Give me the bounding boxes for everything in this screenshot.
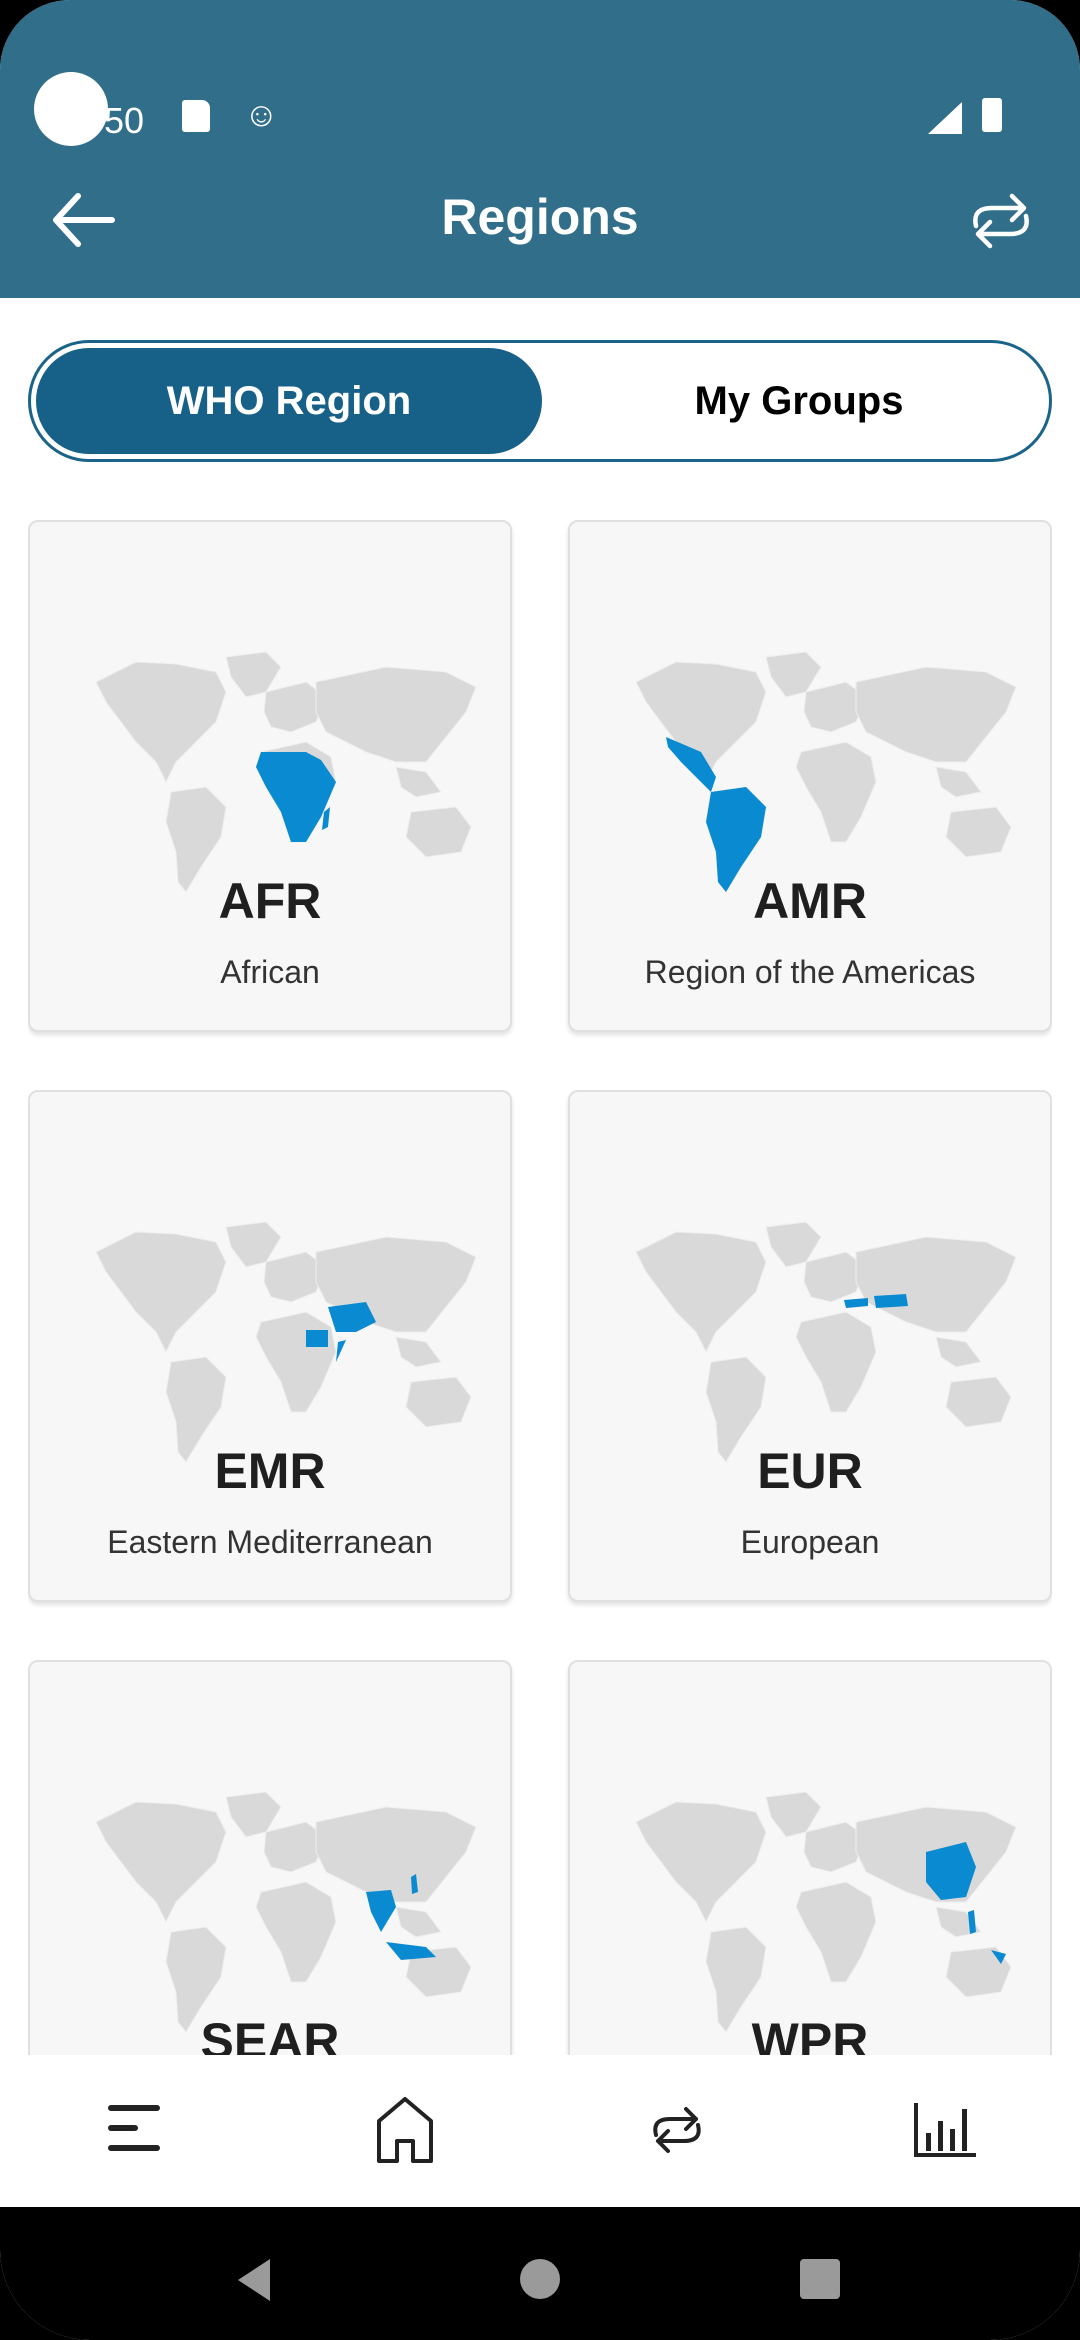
switch-button[interactable]	[966, 186, 1036, 256]
region-card-emr[interactable]: EMR Eastern Mediterranean	[28, 1090, 512, 1602]
region-card-afr[interactable]: AFR African	[28, 520, 512, 1032]
continent-australia	[405, 1376, 472, 1428]
continent-northAmerica	[95, 661, 227, 784]
region-code: SEAR	[200, 2013, 340, 2055]
nav-home[interactable]	[365, 2095, 445, 2165]
region-code: AFR	[218, 873, 322, 929]
continent-northAmerica	[95, 1801, 227, 1924]
continent-seAsia	[395, 1906, 442, 1938]
continent-seAsia	[395, 1336, 442, 1368]
continent-northAmerica	[95, 1231, 227, 1354]
system-recents-button[interactable]	[798, 2257, 842, 2306]
continent-asia	[855, 1236, 1017, 1333]
continent-australia	[405, 806, 472, 858]
continent-africa	[795, 1311, 877, 1413]
region-card-eur[interactable]: EUR European	[568, 1090, 1052, 1602]
highlighted-region	[336, 1340, 346, 1362]
continent-africa	[795, 741, 877, 843]
continent-northAmerica	[635, 1801, 767, 1924]
region-name: Region of the Americas	[644, 954, 976, 990]
battery-icon	[982, 98, 1002, 132]
highlighted-region	[386, 1942, 436, 1960]
nav-statistics[interactable]	[904, 2095, 984, 2165]
highlighted-region	[874, 1294, 908, 1308]
tab-my-groups[interactable]: My Groups	[551, 348, 1047, 454]
region-name: European	[740, 1524, 880, 1560]
continent-australia	[945, 806, 1012, 858]
home-icon	[377, 2097, 433, 2163]
continent-asia	[315, 666, 477, 763]
region-card-wpr[interactable]: WPR	[568, 1660, 1052, 2055]
continent-seAsia	[935, 1336, 982, 1368]
region-code: WPR	[751, 2013, 869, 2055]
app-bar: 50 ☺ Regions	[0, 0, 1080, 298]
region-code: EMR	[214, 1443, 326, 1499]
home-circle-icon	[520, 2259, 560, 2299]
continent-seAsia	[935, 766, 982, 798]
camera-cutout	[34, 72, 108, 146]
continent-africa	[795, 1881, 877, 1983]
tab-who-region[interactable]: WHO Region	[36, 348, 542, 454]
page-title: Regions	[441, 189, 639, 245]
signal-icon	[928, 102, 962, 134]
continent-africa	[255, 1881, 337, 1983]
region-grid: AFR African AMR Region of the Americas E…	[28, 520, 1052, 2055]
continent-northAmerica	[635, 1231, 767, 1354]
highlighted-region	[366, 1890, 396, 1932]
region-type-toggle: WHO Region My Groups	[28, 340, 1052, 462]
continent-asia	[855, 666, 1017, 763]
bottom-navigation	[0, 2055, 1080, 2207]
region-card-sear[interactable]: SEAR	[28, 1660, 512, 2055]
continent-africa	[255, 1311, 337, 1413]
status-time: 50	[104, 100, 145, 141]
system-home-button[interactable]	[518, 2257, 562, 2306]
back-triangle-icon	[238, 2259, 270, 2301]
region-code: EUR	[757, 1443, 863, 1499]
region-code: AMR	[753, 873, 867, 929]
continent-asia	[315, 1806, 477, 1903]
region-name: Eastern Mediterranean	[107, 1524, 433, 1560]
menu-icon	[108, 2105, 160, 2151]
nav-menu[interactable]	[96, 2095, 176, 2165]
sd-card-icon	[182, 100, 210, 132]
system-navigation-bar	[0, 2207, 1080, 2340]
android-debug-icon: ☺	[244, 96, 279, 134]
system-back-button[interactable]	[234, 2257, 274, 2308]
phone-screen: 50 ☺ Regions WHO Region My Groups AFR Af…	[0, 0, 1080, 2340]
highlighted-region	[306, 1330, 328, 1347]
bar-chart-icon	[914, 2103, 976, 2157]
continent-australia	[945, 1376, 1012, 1428]
nav-switch[interactable]	[636, 2095, 716, 2165]
region-card-amr[interactable]: AMR Region of the Americas	[568, 520, 1052, 1032]
recents-square-icon	[800, 2259, 840, 2299]
swap-arrows-icon	[653, 2107, 701, 2153]
highlighted-region	[844, 1298, 868, 1308]
region-name: African	[220, 954, 320, 990]
status-bar: 50 ☺	[0, 40, 1080, 146]
continent-seAsia	[395, 766, 442, 798]
swap-arrows-icon	[973, 193, 1029, 249]
